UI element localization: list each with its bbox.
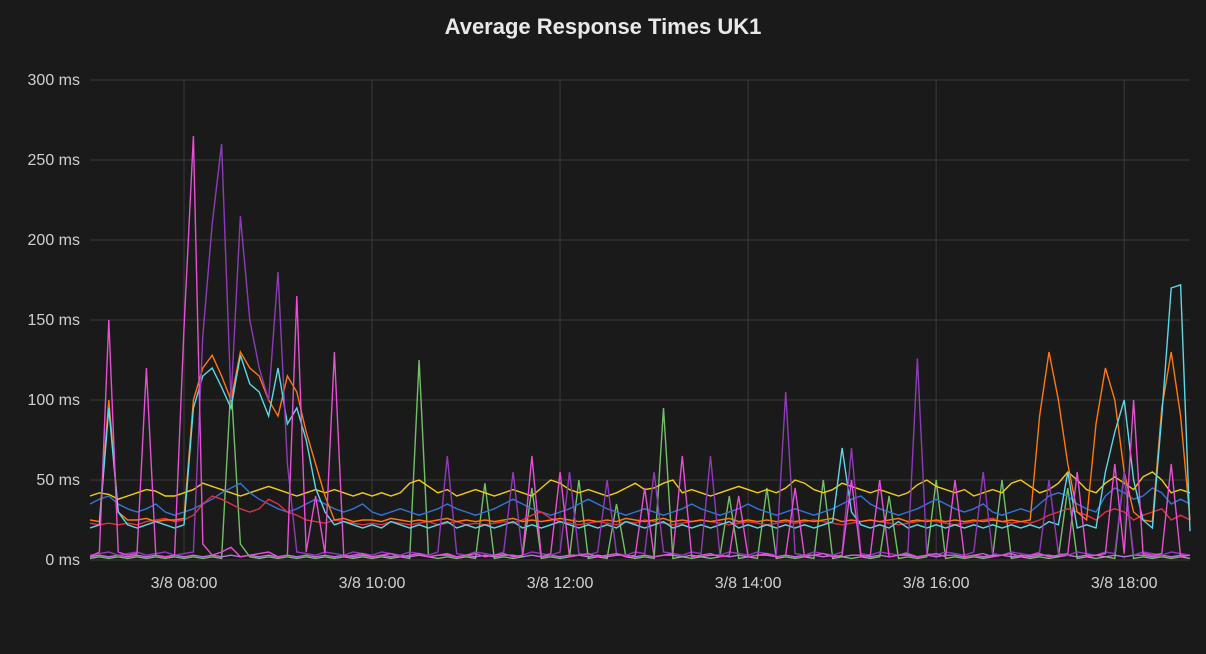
svg-text:3/8 08:00: 3/8 08:00	[151, 575, 218, 592]
series-yellow[interactable]	[90, 472, 1190, 499]
chart-panel: Average Response Times UK1 0 ms50 ms100 …	[0, 0, 1206, 654]
svg-text:300 ms: 300 ms	[28, 72, 80, 89]
chart-title: Average Response Times UK1	[0, 0, 1206, 40]
plot-area[interactable]: 0 ms50 ms100 ms150 ms200 ms250 ms300 ms3…	[90, 70, 1190, 600]
series-cyan[interactable]	[90, 285, 1190, 531]
svg-text:200 ms: 200 ms	[28, 232, 80, 249]
svg-text:3/8 16:00: 3/8 16:00	[903, 575, 970, 592]
svg-text:100 ms: 100 ms	[28, 392, 80, 409]
series-purple[interactable]	[90, 144, 1190, 555]
svg-text:3/8 18:00: 3/8 18:00	[1091, 575, 1158, 592]
series-green[interactable]	[90, 360, 1190, 558]
svg-text:250 ms: 250 ms	[28, 152, 80, 169]
svg-text:150 ms: 150 ms	[28, 312, 80, 329]
svg-text:3/8 14:00: 3/8 14:00	[715, 575, 782, 592]
svg-text:3/8 10:00: 3/8 10:00	[339, 575, 406, 592]
svg-text:50 ms: 50 ms	[36, 472, 80, 489]
svg-text:3/8 12:00: 3/8 12:00	[527, 575, 594, 592]
svg-text:0 ms: 0 ms	[45, 552, 80, 569]
chart-svg[interactable]: 0 ms50 ms100 ms150 ms200 ms250 ms300 ms3…	[90, 70, 1190, 600]
